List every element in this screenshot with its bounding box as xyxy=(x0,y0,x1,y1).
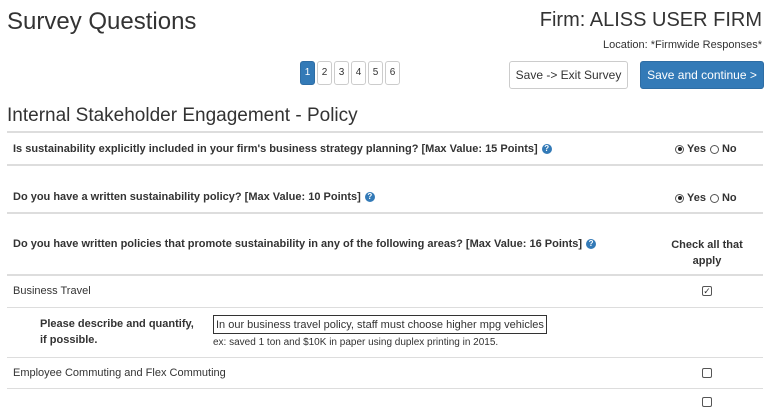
describe-label-line1: Please describe and quantify, xyxy=(40,318,194,330)
check-all-label: Check all that apply xyxy=(671,239,743,267)
page-title: Survey Questions xyxy=(7,8,197,35)
question-2-no-radio[interactable] xyxy=(709,193,719,203)
question-2: Do you have a written sustainability pol… xyxy=(13,191,375,203)
question-2-no-label: No xyxy=(721,192,737,204)
question-1-text: Is sustainability explicitly included in… xyxy=(13,143,538,155)
save-exit-button[interactable]: Save -> Exit Survey xyxy=(509,61,628,89)
area-next-checkbox[interactable] xyxy=(702,397,712,407)
describe-label-line2: if possible. xyxy=(40,334,98,346)
page-button-1[interactable]: 1 xyxy=(300,61,315,85)
row-divider xyxy=(7,388,763,389)
area-business-travel-checkbox[interactable]: ✓ xyxy=(702,286,712,296)
row-divider xyxy=(7,307,763,308)
save-continue-button[interactable]: Save and continue > xyxy=(640,61,764,89)
question-1-yes-radio[interactable] xyxy=(675,144,684,154)
example-text: ex: saved 1 ton and $10K in paper using … xyxy=(213,337,499,348)
section-title: Internal Stakeholder Engagement - Policy xyxy=(7,105,358,126)
question-divider xyxy=(7,164,763,166)
area-business-travel-label: Business Travel xyxy=(13,285,91,297)
area-commuting-label: Employee Commuting and Flex Commuting xyxy=(13,367,226,379)
page-button-3[interactable]: 3 xyxy=(334,61,349,85)
question-circle-icon[interactable]: ? xyxy=(364,192,375,203)
location-label: Location: *Firmwide Responses* xyxy=(603,39,762,51)
question-1-yes-label: Yes xyxy=(687,143,706,155)
firm-name: Firm: ALISS USER FIRM xyxy=(539,9,762,31)
question-1-no-label: No xyxy=(721,143,737,155)
page-button-4[interactable]: 4 xyxy=(351,61,366,85)
page-button-6[interactable]: 6 xyxy=(385,61,400,85)
question-circle-icon[interactable]: ? xyxy=(586,239,597,250)
question-circle-icon[interactable]: ? xyxy=(541,144,552,155)
question-2-options: Yes No xyxy=(675,192,741,204)
section-divider xyxy=(7,131,763,133)
question-2-yes-label: Yes xyxy=(687,192,706,204)
question-1: Is sustainability explicitly included in… xyxy=(13,143,552,155)
question-divider xyxy=(7,212,763,214)
question-3: Do you have written policies that promot… xyxy=(13,238,597,250)
row-divider xyxy=(7,357,763,358)
page-pagination: 1 2 3 4 5 6 xyxy=(300,61,400,85)
describe-input[interactable] xyxy=(213,315,547,334)
question-2-yes-radio[interactable] xyxy=(675,193,684,203)
question-divider xyxy=(7,274,763,276)
question-1-no-radio[interactable] xyxy=(709,144,719,154)
page-button-5[interactable]: 5 xyxy=(368,61,383,85)
describe-label: Please describe and quantify, if possibl… xyxy=(40,316,194,348)
area-commuting-checkbox[interactable] xyxy=(702,368,712,378)
page-button-2[interactable]: 2 xyxy=(317,61,332,85)
question-2-text: Do you have a written sustainability pol… xyxy=(13,191,361,203)
question-1-options: Yes No xyxy=(675,143,741,155)
question-3-text: Do you have written policies that promot… xyxy=(13,238,583,250)
